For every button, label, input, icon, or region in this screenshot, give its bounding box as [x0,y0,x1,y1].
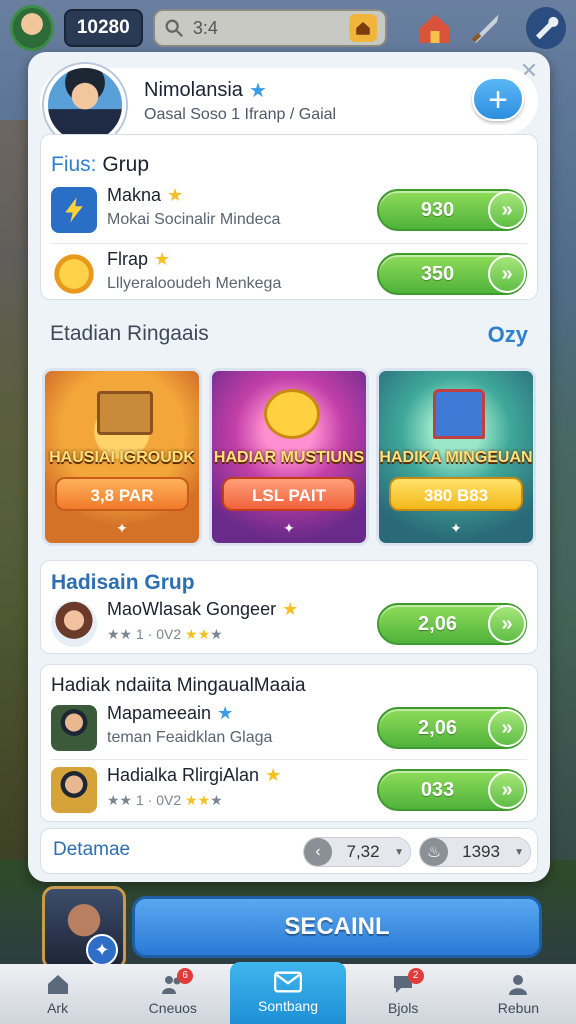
list-item[interactable]: Mapameeain ★ teman Feaidklan Glaga 2,06» [51,699,529,757]
reward-tile[interactable]: HADIAR MUSTIUNS LSL PAIT ✦ [209,368,369,546]
search-bar[interactable]: 3:4 [152,9,388,47]
home-icon[interactable] [349,14,378,42]
group-card-1: Fius: Grup Makna ★ Mokai Socinalir Mindec… [40,134,538,300]
double-chevron-icon: » [488,191,526,229]
search-text: 3:4 [192,17,218,38]
search-icon [165,19,183,38]
nav-item-ark[interactable]: Ark [0,964,115,1024]
avatar [51,705,97,751]
nav-item-cneuos[interactable]: 6 Cneuos [115,964,230,1024]
details-label: Detamae [53,839,131,860]
star-icon: ★ [265,765,282,785]
group-card-2: Hadisain Grup MaoWlasak Gongeer ★ ★★ 1 · … [40,560,538,654]
avatar [51,767,97,813]
verified-star-icon: ★ [248,80,267,102]
coin-counter: 10280 [63,9,143,47]
wrench-icon[interactable] [526,7,566,49]
sparkle-icon: ✦ [116,520,128,536]
smiley-icon [264,389,320,439]
row-subtitle: Mokai Socinalir Mindeca [107,211,281,228]
coin-badge-icon [51,251,97,297]
group-title-1: Fius: Grup [51,153,150,176]
double-chevron-icon: » [488,255,526,293]
details-strip: Detamae ‹ 7,32 ▼ ♨ 1393 ▼ [40,828,538,874]
row-title: Makna [107,185,162,205]
star-icon: ★ [154,249,171,269]
mail-icon [273,968,303,996]
lightning-icon [51,187,97,233]
chevron-down-icon: ▼ [394,846,404,858]
bottom-nav: Ark 6 Cneuos Sontbang 2 Bjols Rebun [0,962,576,1024]
group-title-3: Hadiak ndaiita MingaualMaaia [51,675,306,696]
coin-icon: ♨ [420,838,448,866]
section-title: Etadian Ringaais [50,322,209,345]
list-item[interactable]: MaoWlasak Gongeer ★ ★★ 1 · 0V2 ★★★ 2,06» [51,595,529,653]
add-button[interactable]: + [472,77,524,121]
reward-tiles: HAUSIAI IGROUDK 3,8 PAR ✦ HADIAR MUSTIUN… [42,368,536,546]
claim-button[interactable]: 2,06» [377,603,527,645]
star-icon: ★ [282,599,299,619]
list-item[interactable]: Makna ★ Mokai Socinalir Mindeca 930» [51,181,529,239]
row-title: Flrap [107,249,149,269]
double-chevron-icon: » [488,709,526,747]
sword-icon[interactable] [465,7,505,49]
value-pill-1[interactable]: ‹ 7,32 ▼ [303,837,411,867]
player-avatar[interactable] [10,5,54,51]
double-chevron-icon: » [488,771,526,809]
top-hud: 10280 3:4 [0,0,576,56]
claim-button[interactable]: 033» [377,769,527,811]
castle-icon [433,389,485,439]
rating-stars: ★★ 1 · 0V2 ★★★ [107,626,223,642]
house-icon[interactable] [415,7,455,49]
profile-icon [503,970,533,998]
avatar [51,601,97,647]
tile-button[interactable]: LSL PAIT [222,477,356,511]
star-badge-icon: ✦ [86,934,118,966]
chevron-left-icon[interactable]: ‹ [304,838,332,866]
verified-star-icon: ★ [217,703,234,723]
double-chevron-icon: » [488,605,526,643]
sparkle-icon: ✦ [450,520,462,536]
profile-name: Nimolansia [144,79,243,101]
tile-label: HADIAR MUSTIUNS [213,449,365,466]
row-subtitle: teman Feaidklan Glaga [107,729,273,746]
home-icon [43,970,73,998]
profile-card: Nimolansia ★ Oasal Soso 1 Ifranp / Gaial… [40,64,538,146]
tile-label: HADIKA MINGEUAN [379,449,533,466]
section-link[interactable]: Ozy [488,322,528,348]
star-icon: ★ [167,185,184,205]
list-item[interactable]: Flrap ★ Lllyeralooudeh Menkega 350» [51,245,529,303]
group-title-2: Hadisain Grup [51,571,195,594]
rating-stars: ★★ 1 · 0V2 ★★★ [107,792,223,808]
row-subtitle: Lllyeralooudeh Menkega [107,275,282,292]
treasure-chest-icon [97,391,153,435]
section-header: Etadian Ringaais Ozy [50,322,528,352]
notification-badge: 6 [177,968,194,984]
reward-tile[interactable]: HADIKA MINGEUAN 380 B83 ✦ [376,368,536,546]
claim-button[interactable]: 350» [377,253,527,295]
main-action-button[interactable]: SECAINL [132,896,542,958]
group-card-3: Hadiak ndaiita MingaualMaaia Mapameeain ★… [40,664,538,822]
nav-item-sontbang[interactable]: Sontbang [230,962,346,1024]
nav-item-rebun[interactable]: Rebun [461,964,576,1024]
row-title: Hadialka RlirgiAlan [107,765,260,785]
list-item[interactable]: Hadialka RlirgiAlan ★ ★★ 1 · 0V2 ★★★ 033» [51,761,529,819]
rewards-panel: ✕ Nimolansia ★ Oasal Soso 1 Ifranp / Gai… [28,52,550,882]
profile-name-line: Nimolansia ★ [144,78,267,103]
sparkle-icon: ✦ [283,520,295,536]
tile-button[interactable]: 380 B83 [389,477,523,511]
row-title: MaoWlasak Gongeer [107,599,277,619]
claim-button[interactable]: 930» [377,189,527,231]
profile-subtitle: Oasal Soso 1 Ifranp / Gaial [144,106,337,123]
value-pill-2[interactable]: ♨ 1393 ▼ [419,837,531,867]
reward-tile[interactable]: HAUSIAI IGROUDK 3,8 PAR ✦ [42,368,202,546]
nav-item-bjols[interactable]: 2 Bjols [346,964,461,1024]
tile-button[interactable]: 3,8 PAR [55,477,189,511]
notification-badge: 2 [407,968,424,984]
tile-label: HAUSIAI IGROUDK [49,449,195,466]
claim-button[interactable]: 2,06» [377,707,527,749]
chevron-down-icon: ▼ [514,846,524,858]
row-title: Mapameeain [107,703,212,723]
